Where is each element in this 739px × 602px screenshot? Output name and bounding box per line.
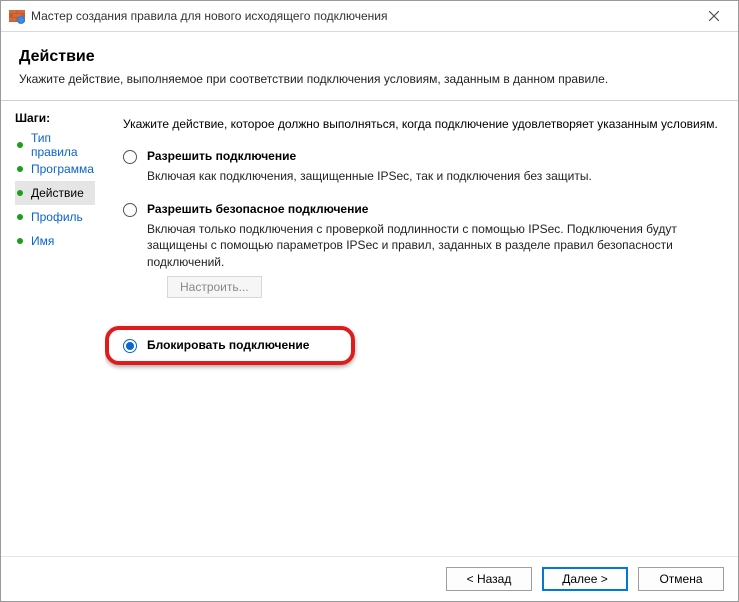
step-profile[interactable]: Профиль	[15, 205, 95, 229]
step-bullet-icon	[17, 214, 23, 220]
step-label: Программа	[31, 162, 94, 176]
step-label: Тип правила	[31, 131, 95, 159]
step-program[interactable]: Программа	[15, 157, 95, 181]
wizard-sidebar: Шаги: Тип правила Программа Действие Про…	[1, 101, 105, 556]
option-allow-title: Разрешить подключение	[147, 149, 296, 163]
titlebar: Мастер создания правила для нового исход…	[1, 1, 738, 32]
option-allow-secure-row[interactable]: Разрешить безопасное подключение	[123, 202, 718, 217]
option-allow-desc: Включая как подключения, защищенные IPSe…	[147, 168, 718, 184]
step-label: Имя	[31, 234, 54, 248]
step-name[interactable]: Имя	[15, 229, 95, 253]
back-button[interactable]: < Назад	[446, 567, 532, 591]
page-subtitle: Укажите действие, выполняемое при соотве…	[19, 72, 720, 86]
radio-block[interactable]	[123, 339, 137, 353]
page-title: Действие	[19, 48, 720, 66]
page-header: Действие Укажите действие, выполняемое п…	[1, 32, 738, 101]
option-allow-secure-desc: Включая только подключения с проверкой п…	[147, 221, 718, 270]
wizard-window: Мастер создания правила для нового исход…	[0, 0, 739, 602]
close-button[interactable]	[694, 2, 734, 30]
option-allow-secure-title: Разрешить безопасное подключение	[147, 202, 368, 216]
footer-buttons: < Назад Далее > Отмена	[1, 556, 738, 601]
intro-text: Укажите действие, которое должно выполня…	[123, 117, 718, 131]
step-label: Действие	[31, 186, 84, 200]
firewall-icon	[9, 8, 25, 24]
window-title: Мастер создания правила для нового исход…	[31, 9, 694, 23]
step-rule-type[interactable]: Тип правила	[15, 133, 95, 157]
option-allow-secure: Разрешить безопасное подключение Включая…	[123, 202, 718, 308]
highlight-annotation: Блокировать подключение	[105, 326, 355, 365]
content-panel: Укажите действие, которое должно выполня…	[105, 101, 738, 556]
cancel-button[interactable]: Отмена	[638, 567, 724, 591]
steps-label: Шаги:	[15, 111, 105, 125]
configure-button: Настроить...	[167, 276, 262, 298]
option-allow: Разрешить подключение Включая как подклю…	[123, 149, 718, 184]
option-block-highlight: Блокировать подключение	[105, 326, 355, 365]
step-bullet-icon	[17, 142, 23, 148]
step-label: Профиль	[31, 210, 83, 224]
step-bullet-icon	[17, 190, 23, 196]
option-block-row[interactable]: Блокировать подключение	[123, 338, 337, 353]
next-button[interactable]: Далее >	[542, 567, 628, 591]
step-bullet-icon	[17, 166, 23, 172]
step-bullet-icon	[17, 238, 23, 244]
radio-allow-secure[interactable]	[123, 203, 137, 217]
option-allow-row[interactable]: Разрешить подключение	[123, 149, 718, 164]
radio-allow[interactable]	[123, 150, 137, 164]
body: Шаги: Тип правила Программа Действие Про…	[1, 101, 738, 556]
option-block-title: Блокировать подключение	[147, 338, 310, 352]
step-action[interactable]: Действие	[15, 181, 95, 205]
